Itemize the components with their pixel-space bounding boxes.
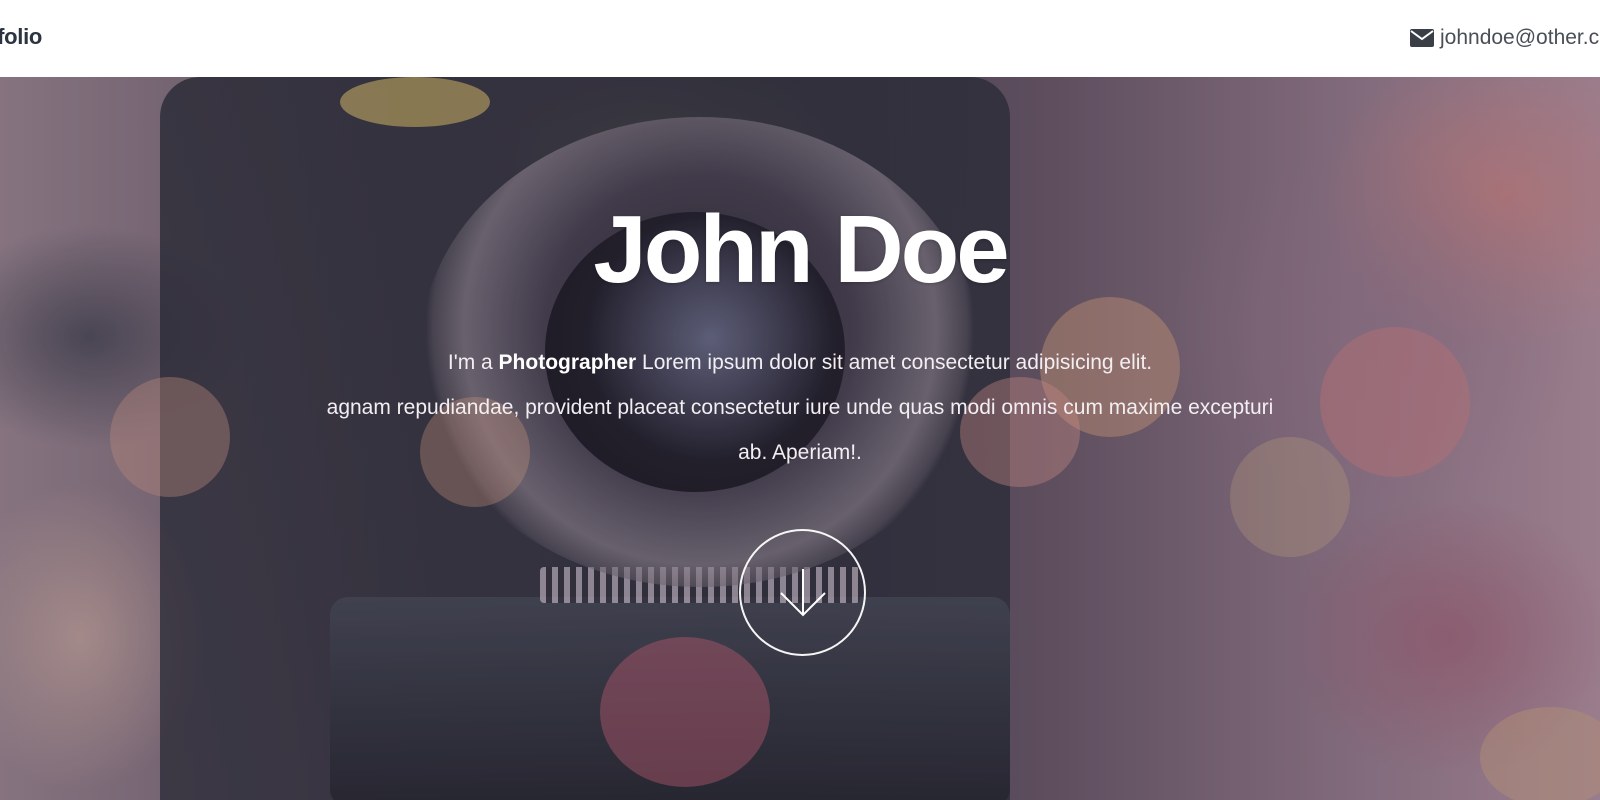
hero-content: John Doe I'm a Photographer Lorem ipsum … bbox=[0, 77, 1600, 800]
hero-description-prefix: I'm a bbox=[447, 351, 499, 374]
scroll-down-button[interactable] bbox=[739, 529, 866, 656]
hero-description-line2: agnam repudiandae, provident placeat con… bbox=[326, 396, 1274, 419]
navbar: rtifolio johndoe@other.c bbox=[0, 0, 1600, 77]
envelope-icon bbox=[1410, 29, 1434, 47]
contact-email-text: johndoe@other.c bbox=[1440, 26, 1600, 49]
arrow-down-icon bbox=[778, 567, 828, 619]
hero-description-line3: ab. Aperiam!. bbox=[738, 441, 862, 464]
hero-title: John Doe bbox=[593, 196, 1009, 303]
hero-section: John Doe I'm a Photographer Lorem ipsum … bbox=[0, 77, 1600, 800]
hero-description-line1: Lorem ipsum dolor sit amet consectetur a… bbox=[636, 351, 1153, 374]
hero-role: Photographer bbox=[498, 351, 637, 374]
hero-description: I'm a Photographer Lorem ipsum dolor sit… bbox=[230, 340, 1370, 475]
contact-email-link[interactable]: johndoe@other.c bbox=[1410, 26, 1599, 50]
brand-link[interactable]: rtifolio bbox=[0, 24, 42, 50]
